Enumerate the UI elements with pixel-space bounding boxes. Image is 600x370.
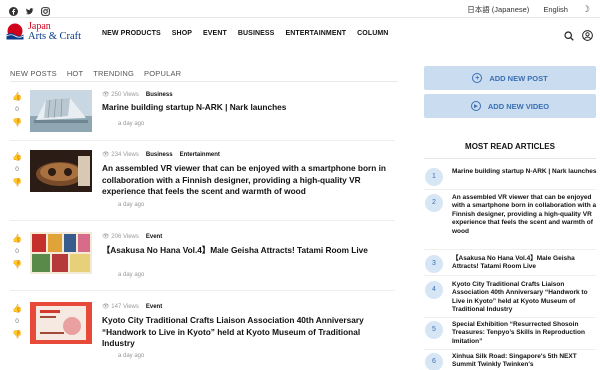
main-nav: NEW PRODUCTS SHOP EVENT BUSINESS ENTERTA… xyxy=(102,30,388,37)
facebook-icon[interactable] xyxy=(9,3,18,16)
thumbs-down-icon[interactable]: 👎 xyxy=(10,330,24,339)
nav-event[interactable]: EVENT xyxy=(203,30,227,37)
article-thumbnail[interactable] xyxy=(30,150,92,192)
vote-box: 👍 0 👎 xyxy=(10,92,24,127)
most-read-title[interactable]: Kyoto City Traditional Crafts Liaison As… xyxy=(452,281,597,315)
thumbs-up-icon[interactable]: 👍 xyxy=(10,234,24,243)
thumbs-up-icon[interactable]: 👍 xyxy=(10,152,24,161)
category-tag[interactable]: Event xyxy=(146,304,162,310)
most-read-title[interactable]: Special Exhibition “Resurrected Shosoin … xyxy=(452,321,597,346)
most-read-divider xyxy=(424,275,596,276)
category-tag[interactable]: Business xyxy=(146,152,173,158)
logo-text: Japan Arts & Craft xyxy=(28,22,81,42)
rank-badge: 1 xyxy=(425,168,443,186)
feed-tabs: NEW POSTS HOT TRENDING POPULAR xyxy=(10,69,181,78)
most-read-divider xyxy=(424,189,596,190)
most-read-divider xyxy=(424,249,596,250)
rank-badge: 2 xyxy=(425,194,443,212)
article-date: a day ago xyxy=(118,121,145,127)
logo-line-2: Arts & Craft xyxy=(28,31,82,42)
article-title[interactable]: An assembled VR viewer that can be enjoy… xyxy=(102,163,392,198)
article-thumbnail[interactable] xyxy=(30,232,92,274)
most-read-title[interactable]: Xinhua Silk Road: Singapore's 5th NEXT S… xyxy=(452,353,597,370)
views-count: 👁 234 Views xyxy=(102,152,139,158)
user-account-icon[interactable] xyxy=(582,28,593,46)
vote-count: 0 xyxy=(15,318,19,325)
most-read-title[interactable]: 【Asakusa No Hana Vol.4】Male Geisha Attra… xyxy=(452,255,597,272)
article-title[interactable]: 【Asakusa No Hana Vol.4】Male Geisha Attra… xyxy=(102,245,392,257)
add-new-video-label: ADD NEW VIDEO xyxy=(487,101,550,111)
header-actions xyxy=(564,28,593,46)
thumbs-up-icon[interactable]: 👍 xyxy=(10,92,24,101)
thumbs-down-icon[interactable]: 👎 xyxy=(10,118,24,127)
most-read-title[interactable]: An assembled VR viewer that can be enjoy… xyxy=(452,194,597,236)
thumbs-down-icon[interactable]: 👎 xyxy=(10,178,24,187)
nav-shop[interactable]: SHOP xyxy=(172,30,192,37)
plus-icon: + xyxy=(472,73,483,83)
vote-box: 👍 0 👎 xyxy=(10,304,24,339)
nav-entertainment[interactable]: ENTERTAINMENT xyxy=(285,30,346,37)
article-date: a day ago xyxy=(118,202,145,208)
social-links xyxy=(9,3,50,16)
thumbs-down-icon[interactable]: 👎 xyxy=(10,260,24,269)
add-new-post-button[interactable]: + ADD NEW POST xyxy=(424,66,596,90)
rank-badge: 3 xyxy=(425,255,443,273)
article-divider xyxy=(10,140,395,141)
site-header: Japan Arts & Craft NEW PRODUCTS SHOP EVE… xyxy=(0,18,600,54)
most-read-divider xyxy=(424,317,596,318)
add-new-post-label: ADD NEW POST xyxy=(489,73,548,83)
thumbs-up-icon[interactable]: 👍 xyxy=(10,304,24,313)
article-thumbnail[interactable] xyxy=(30,90,92,132)
most-read-title[interactable]: Marine building startup N-ARK | Nark lau… xyxy=(452,168,597,176)
top-bar: 日本語 (Japanese) English ☽ xyxy=(0,0,600,18)
category-tag[interactable]: Business xyxy=(146,92,173,98)
rank-badge: 4 xyxy=(425,281,443,299)
views-count: 👁 147 Views xyxy=(102,304,139,310)
search-icon[interactable] xyxy=(564,28,574,46)
article-meta: 👁 250 Views Business xyxy=(102,91,173,99)
rank-badge: 6 xyxy=(425,353,443,370)
nav-new-products[interactable]: NEW PRODUCTS xyxy=(102,30,161,37)
category-tag[interactable]: Entertainment xyxy=(180,152,220,158)
site-logo[interactable]: Japan Arts & Craft xyxy=(5,22,81,42)
vote-box: 👍 0 👎 xyxy=(10,234,24,269)
tabs-divider xyxy=(10,81,398,82)
category-tag[interactable]: Event xyxy=(146,234,162,240)
article-meta: 👁 147 Views Event xyxy=(102,303,162,311)
rank-badge: 5 xyxy=(425,321,443,339)
views-count: 👁 206 Views xyxy=(102,234,139,240)
add-new-video-button[interactable]: ▸ ADD NEW VIDEO xyxy=(424,94,596,118)
play-icon: ▸ xyxy=(470,101,481,111)
article-meta: 👁 234 Views Business Entertainment xyxy=(102,151,220,159)
dark-mode-icon[interactable]: ☽ xyxy=(582,4,590,15)
vote-count: 0 xyxy=(15,106,19,113)
article-date: a day ago xyxy=(118,353,145,359)
instagram-icon[interactable] xyxy=(41,3,50,16)
vote-box: 👍 0 👎 xyxy=(10,152,24,187)
article-date: a day ago xyxy=(118,272,145,278)
tab-new-posts[interactable]: NEW POSTS xyxy=(10,69,57,78)
lang-japanese-link[interactable]: 日本語 (Japanese) xyxy=(467,4,529,15)
vote-count: 0 xyxy=(15,248,19,255)
views-count: 👁 250 Views xyxy=(102,92,139,98)
article-divider xyxy=(10,220,395,221)
logo-mark-icon xyxy=(5,22,25,42)
most-read-heading: MOST READ ARTICLES xyxy=(465,142,555,151)
nav-column[interactable]: COLUMN xyxy=(357,30,388,37)
language-switcher: 日本語 (Japanese) English ☽ xyxy=(467,4,590,15)
tab-hot[interactable]: HOT xyxy=(67,69,83,78)
vote-count: 0 xyxy=(15,166,19,173)
most-read-divider xyxy=(424,349,596,350)
twitter-icon[interactable] xyxy=(25,3,34,15)
article-thumbnail[interactable] xyxy=(30,302,92,344)
article-title[interactable]: Kyoto City Traditional Crafts Liaison As… xyxy=(102,315,392,350)
article-divider xyxy=(10,290,395,291)
article-meta: 👁 206 Views Event xyxy=(102,233,162,241)
nav-business[interactable]: BUSINESS xyxy=(238,30,275,37)
article-title[interactable]: Marine building startup N-ARK | Nark lau… xyxy=(102,102,392,114)
tab-popular[interactable]: POPULAR xyxy=(144,69,181,78)
lang-english-link[interactable]: English xyxy=(543,5,568,14)
most-read-divider xyxy=(424,158,596,159)
tab-trending[interactable]: TRENDING xyxy=(93,69,134,78)
